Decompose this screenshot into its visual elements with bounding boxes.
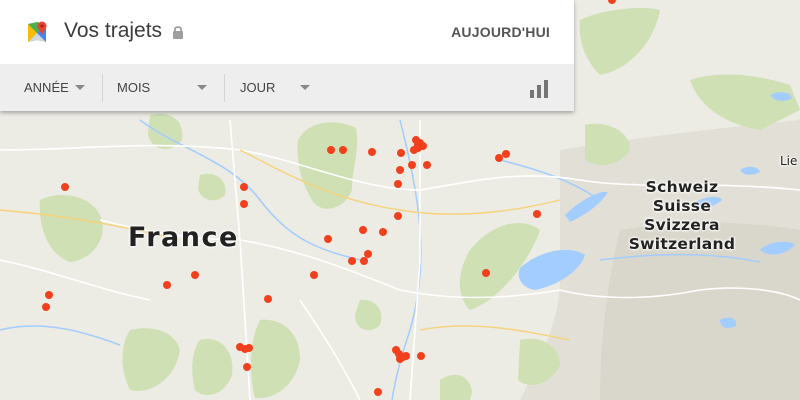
location-marker[interactable] xyxy=(327,146,335,154)
page-title: Vos trajets xyxy=(64,19,163,42)
location-marker[interactable] xyxy=(310,271,318,279)
timeline-panel: Vos trajets AUJOURD'HUI ANNÉE MOIS JOUR xyxy=(0,0,574,111)
location-marker[interactable] xyxy=(423,161,431,169)
location-marker[interactable] xyxy=(45,291,53,299)
swiss-name-fr: Suisse xyxy=(652,197,712,215)
today-button[interactable]: AUJOURD'HUI xyxy=(451,24,550,40)
location-marker[interactable] xyxy=(414,141,422,149)
date-filter-bar: ANNÉE MOIS JOUR xyxy=(0,64,574,111)
location-marker[interactable] xyxy=(324,235,332,243)
location-marker[interactable] xyxy=(360,257,368,265)
location-marker[interactable] xyxy=(397,149,405,157)
year-dropdown-label: ANNÉE xyxy=(24,80,69,95)
country-label-liechtenstein: Lie xyxy=(780,154,798,168)
location-marker[interactable] xyxy=(502,150,510,158)
location-marker[interactable] xyxy=(482,269,490,277)
location-marker[interactable] xyxy=(163,281,171,289)
swiss-name-en: Switzerland xyxy=(628,235,736,253)
country-label-switzerland: Schweiz Suisse Svizzera Switzerland xyxy=(624,178,740,254)
bar-chart-icon[interactable] xyxy=(528,78,550,100)
month-dropdown-label: MOIS xyxy=(117,80,151,95)
location-marker[interactable] xyxy=(408,161,416,169)
location-marker[interactable] xyxy=(359,226,367,234)
location-marker[interactable] xyxy=(191,271,199,279)
divider xyxy=(102,74,103,102)
location-marker[interactable] xyxy=(245,344,253,352)
month-dropdown[interactable]: MOIS xyxy=(117,64,217,111)
location-marker[interactable] xyxy=(243,363,251,371)
location-marker[interactable] xyxy=(396,355,404,363)
divider xyxy=(224,74,225,102)
day-dropdown[interactable]: JOUR xyxy=(240,64,320,111)
swiss-name-it: Svizzera xyxy=(644,216,720,234)
location-marker[interactable] xyxy=(533,210,541,218)
caret-down-icon xyxy=(300,85,310,90)
day-dropdown-label: JOUR xyxy=(240,80,276,95)
location-marker[interactable] xyxy=(348,257,356,265)
location-marker[interactable] xyxy=(240,183,248,191)
location-marker[interactable] xyxy=(339,146,347,154)
lock-icon xyxy=(173,26,183,39)
swiss-name-de: Schweiz xyxy=(645,178,719,196)
location-marker[interactable] xyxy=(374,388,382,396)
caret-down-icon xyxy=(197,85,207,90)
location-marker[interactable] xyxy=(42,303,50,311)
location-marker[interactable] xyxy=(417,352,425,360)
location-marker[interactable] xyxy=(264,295,272,303)
location-marker[interactable] xyxy=(368,148,376,156)
year-dropdown[interactable]: ANNÉE xyxy=(24,64,110,111)
country-label-france: France xyxy=(128,222,239,253)
location-marker[interactable] xyxy=(240,200,248,208)
caret-down-icon xyxy=(75,85,85,90)
panel-header: Vos trajets AUJOURD'HUI xyxy=(0,0,574,64)
location-marker[interactable] xyxy=(394,212,402,220)
google-maps-logo-icon xyxy=(28,21,47,42)
location-marker[interactable] xyxy=(379,228,387,236)
location-marker[interactable] xyxy=(394,180,402,188)
location-marker[interactable] xyxy=(396,166,404,174)
location-marker[interactable] xyxy=(61,183,69,191)
